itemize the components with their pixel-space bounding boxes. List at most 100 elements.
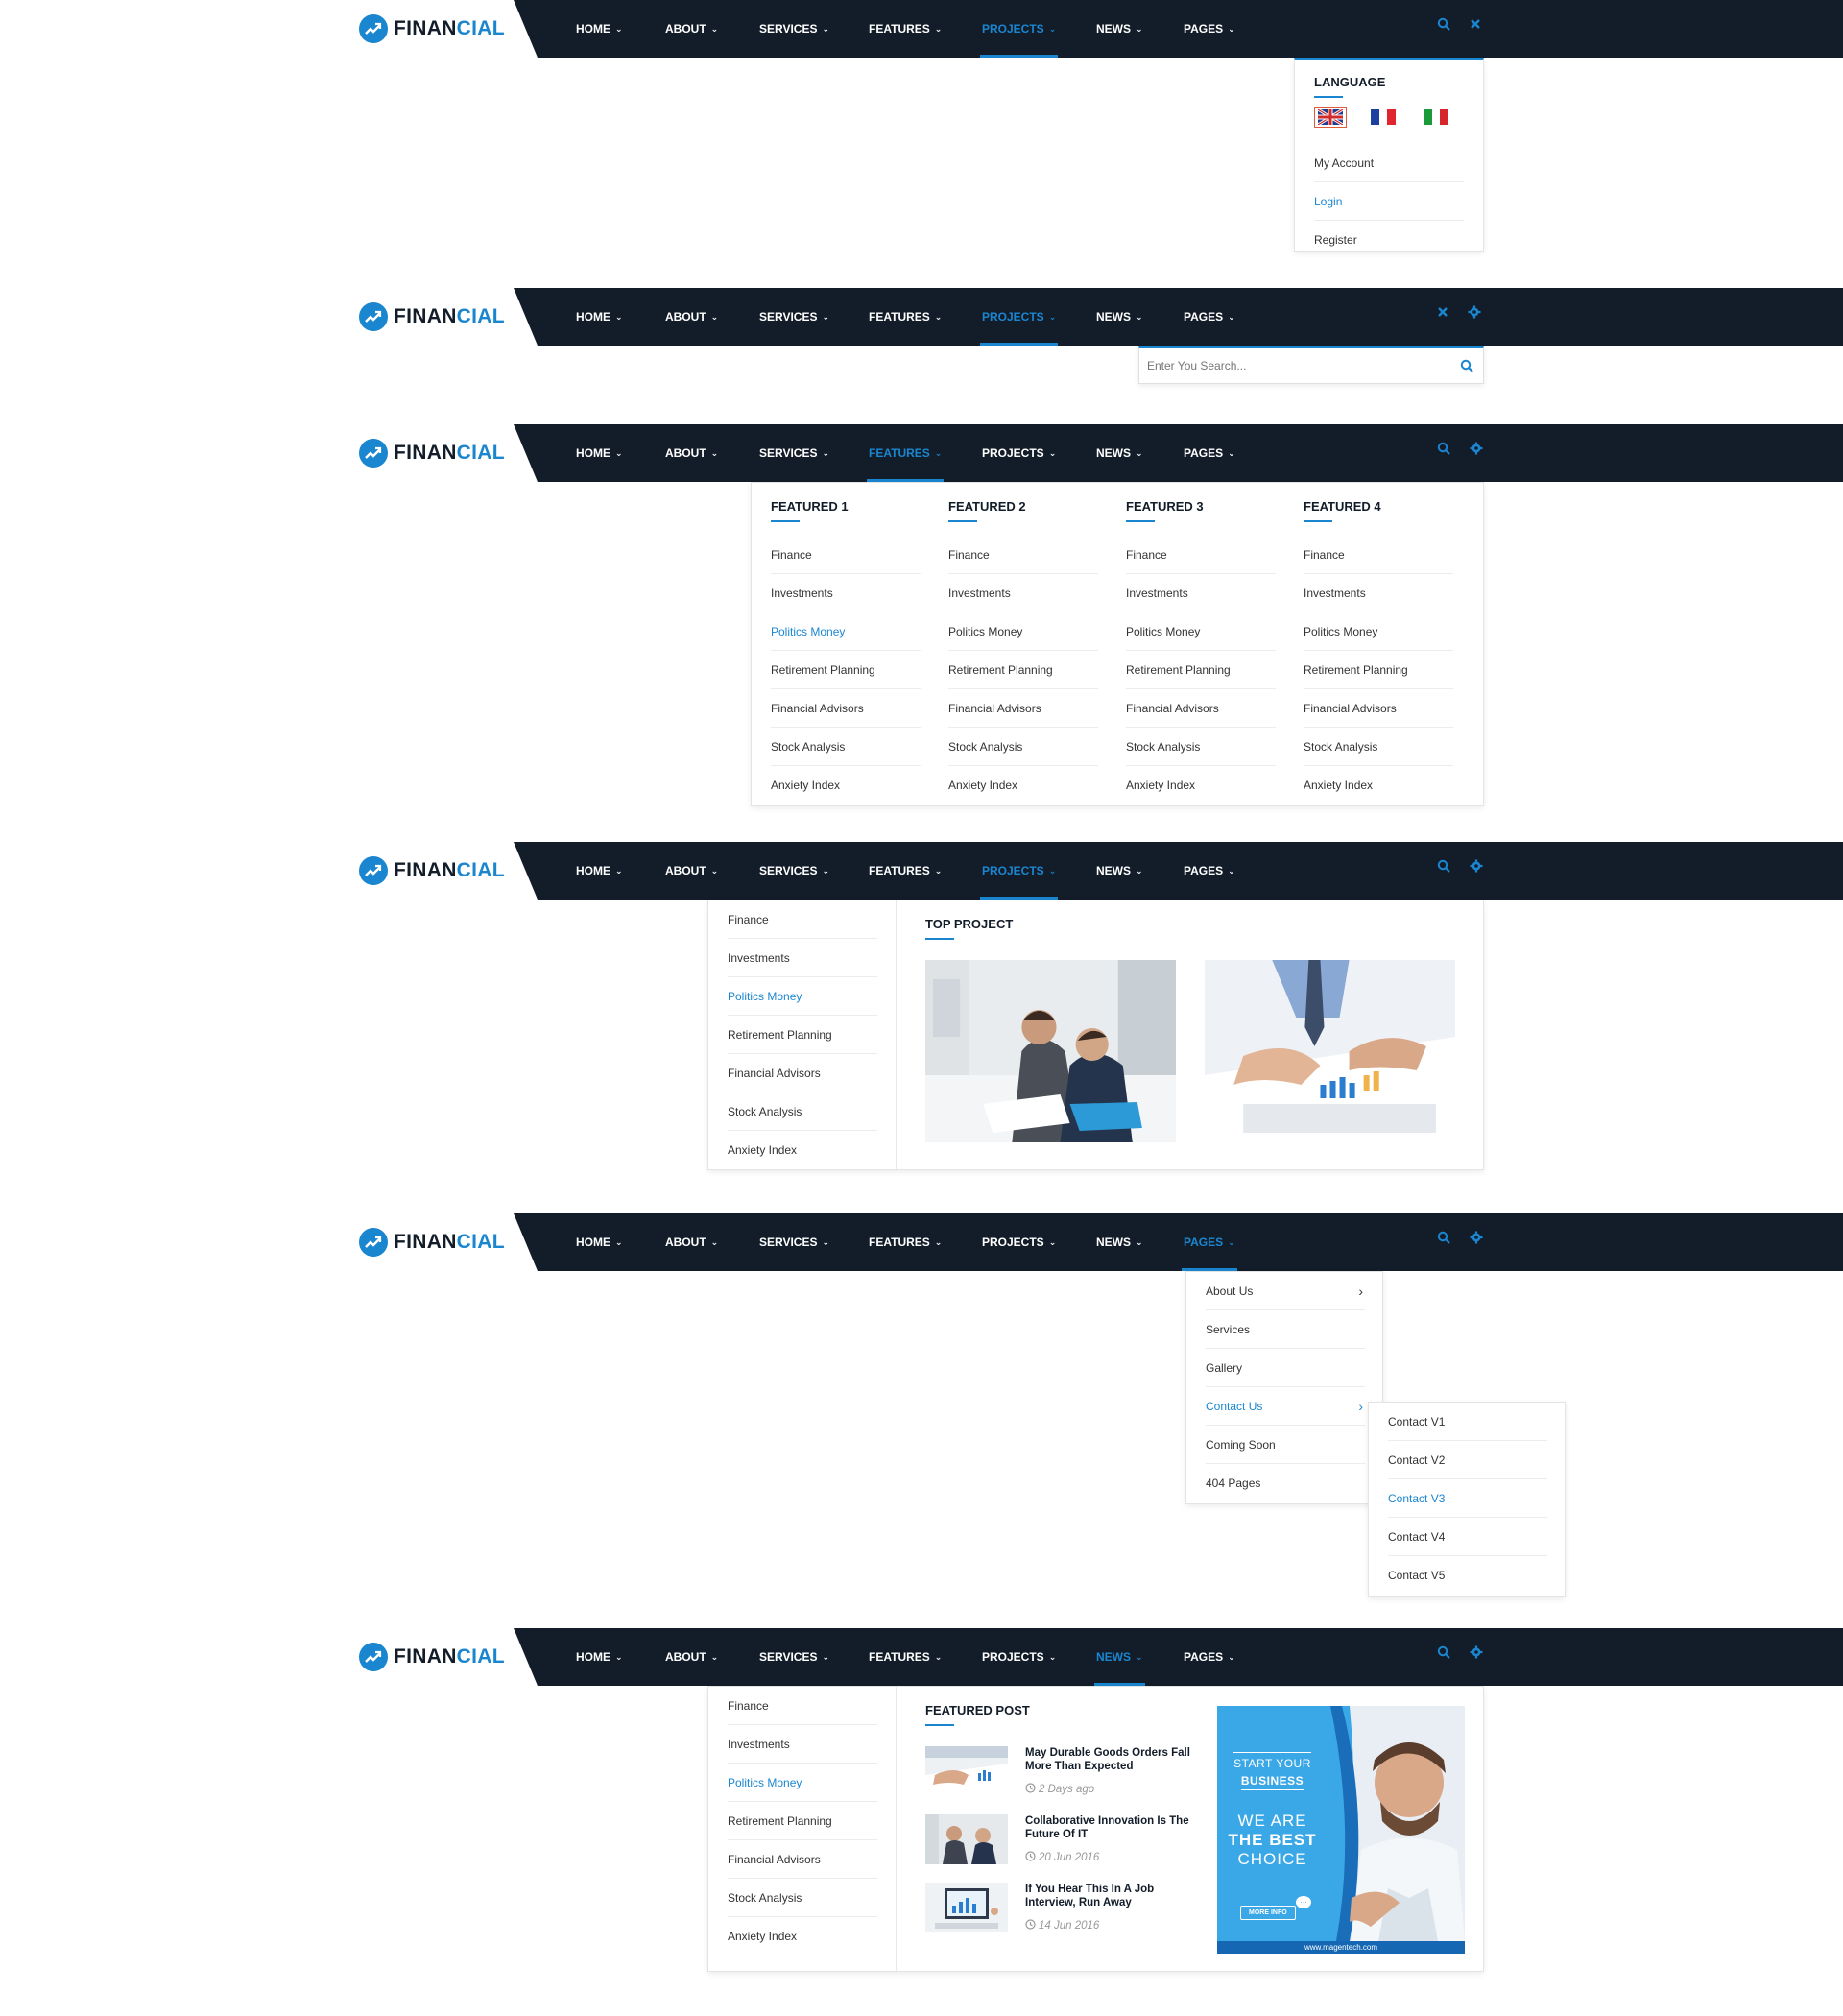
nav-pages[interactable]: PAGES ⌄: [1184, 0, 1235, 58]
pages-item-contact-us[interactable]: Contact Us ›: [1206, 1387, 1365, 1426]
search-icon[interactable]: [1437, 1231, 1450, 1247]
gear-icon[interactable]: [1468, 305, 1481, 322]
nav-about[interactable]: ABOUT ⌄: [665, 424, 718, 482]
account-link-register[interactable]: Register: [1314, 221, 1464, 259]
menu-item[interactable]: Anxiety Index: [728, 1917, 877, 1956]
nav-about[interactable]: ABOUT ⌄: [665, 0, 718, 58]
menu-item[interactable]: Financial Advisors: [728, 1054, 877, 1092]
nav-pages[interactable]: PAGES ⌄: [1184, 1628, 1235, 1686]
nav-pages[interactable]: PAGES ⌄: [1184, 288, 1235, 346]
nav-projects[interactable]: PROJECTS ⌄: [979, 288, 1059, 346]
nav-home[interactable]: HOME ⌄: [576, 424, 623, 482]
nav-about[interactable]: ABOUT ⌄: [665, 842, 718, 900]
pages-item-services[interactable]: Services: [1206, 1310, 1365, 1349]
menu-item[interactable]: Investments: [728, 1725, 877, 1764]
pages-item-gallery[interactable]: Gallery: [1206, 1349, 1365, 1387]
menu-item[interactable]: Finance: [1126, 536, 1276, 574]
menu-item[interactable]: Anxiety Index: [728, 1131, 877, 1169]
featured-post[interactable]: If You Hear This In A Job Interview, Run…: [925, 1883, 1194, 1940]
nav-news[interactable]: NEWS ⌄: [1096, 0, 1143, 58]
nav-about[interactable]: ABOUT ⌄: [665, 1628, 718, 1686]
nav-news[interactable]: NEWS ⌄: [1096, 288, 1143, 346]
nav-about[interactable]: ABOUT ⌄: [665, 288, 718, 346]
menu-item[interactable]: Finance: [728, 1687, 877, 1725]
menu-item[interactable]: Politics Money: [1126, 612, 1276, 651]
menu-item[interactable]: Stock Analysis: [1304, 728, 1453, 766]
post-title[interactable]: May Durable Goods Orders Fall More Than …: [1025, 1746, 1193, 1773]
featured-post[interactable]: May Durable Goods Orders Fall More Than …: [925, 1746, 1194, 1804]
search-icon[interactable]: [1437, 442, 1450, 458]
menu-item[interactable]: Stock Analysis: [728, 1092, 877, 1131]
menu-item[interactable]: Anxiety Index: [771, 766, 921, 804]
nav-services[interactable]: SERVICES ⌄: [759, 288, 829, 346]
nav-home[interactable]: HOME ⌄: [576, 842, 623, 900]
nav-services[interactable]: SERVICES ⌄: [759, 0, 829, 58]
menu-item[interactable]: Investments: [728, 939, 877, 977]
gear-icon[interactable]: [1470, 1231, 1483, 1247]
brand-logo[interactable]: FINANCIAL: [359, 439, 505, 468]
menu-item[interactable]: Finance: [948, 536, 1098, 574]
nav-features[interactable]: FEATURES ⌄: [869, 0, 942, 58]
nav-news[interactable]: NEWS ⌄: [1094, 1628, 1145, 1686]
menu-item[interactable]: Retirement Planning: [1126, 651, 1276, 689]
menu-item[interactable]: Stock Analysis: [728, 1879, 877, 1917]
menu-item[interactable]: Investments: [948, 574, 1098, 612]
close-icon[interactable]: [1470, 17, 1481, 34]
menu-item[interactable]: Anxiety Index: [948, 766, 1098, 804]
menu-item[interactable]: Retirement Planning: [728, 1016, 877, 1054]
post-title[interactable]: Collaborative Innovation Is The Future O…: [1025, 1814, 1193, 1841]
nav-home[interactable]: HOME ⌄: [576, 1628, 623, 1686]
nav-services[interactable]: SERVICES ⌄: [759, 842, 829, 900]
search-icon[interactable]: [1437, 859, 1450, 876]
nav-about[interactable]: ABOUT ⌄: [665, 1213, 718, 1271]
menu-item[interactable]: Finance: [1304, 536, 1453, 574]
menu-item[interactable]: Investments: [1304, 574, 1453, 612]
submenu-item[interactable]: Contact V5: [1388, 1556, 1547, 1595]
post-title[interactable]: If You Hear This In A Job Interview, Run…: [1025, 1883, 1193, 1909]
menu-item[interactable]: Finance: [771, 536, 921, 574]
nav-features[interactable]: FEATURES ⌄: [869, 842, 942, 900]
brand-logo[interactable]: FINANCIAL: [359, 856, 505, 885]
menu-item[interactable]: Financial Advisors: [948, 689, 1098, 728]
menu-item[interactable]: Stock Analysis: [948, 728, 1098, 766]
nav-home[interactable]: HOME ⌄: [576, 1213, 623, 1271]
nav-projects[interactable]: PROJECTS ⌄: [979, 0, 1059, 58]
menu-item[interactable]: Politics Money: [728, 977, 877, 1016]
menu-item[interactable]: Retirement Planning: [948, 651, 1098, 689]
brand-logo[interactable]: FINANCIAL: [359, 302, 505, 331]
nav-features[interactable]: FEATURES ⌄: [869, 288, 942, 346]
nav-home[interactable]: HOME ⌄: [576, 288, 623, 346]
menu-item[interactable]: Politics Money: [728, 1764, 877, 1802]
search-icon[interactable]: [1437, 1645, 1450, 1662]
nav-pages[interactable]: PAGES ⌄: [1184, 842, 1235, 900]
menu-item[interactable]: Politics Money: [771, 612, 921, 651]
menu-item[interactable]: Politics Money: [1304, 612, 1453, 651]
gear-icon[interactable]: [1470, 1645, 1483, 1662]
nav-news[interactable]: NEWS ⌄: [1096, 842, 1143, 900]
nav-home[interactable]: HOME ⌄: [576, 0, 623, 58]
search-input[interactable]: [1147, 354, 1435, 377]
menu-item[interactable]: Politics Money: [948, 612, 1098, 651]
gear-icon[interactable]: [1470, 859, 1483, 876]
menu-item[interactable]: Investments: [771, 574, 921, 612]
submenu-item[interactable]: Contact V4: [1388, 1518, 1547, 1556]
more-info-button[interactable]: MORE INFO: [1240, 1906, 1296, 1920]
menu-item[interactable]: Investments: [1126, 574, 1276, 612]
gear-icon[interactable]: [1470, 442, 1483, 458]
uk-flag-icon[interactable]: [1314, 107, 1347, 128]
brand-logo[interactable]: FINANCIAL: [359, 14, 505, 43]
nav-projects[interactable]: PROJECTS ⌄: [982, 424, 1056, 482]
menu-item[interactable]: Retirement Planning: [771, 651, 921, 689]
menu-item[interactable]: Financial Advisors: [1126, 689, 1276, 728]
italy-flag-icon[interactable]: [1420, 107, 1452, 128]
menu-item[interactable]: Financial Advisors: [771, 689, 921, 728]
nav-features[interactable]: FEATURES ⌄: [869, 1628, 942, 1686]
menu-item[interactable]: Stock Analysis: [771, 728, 921, 766]
nav-services[interactable]: SERVICES ⌄: [759, 1628, 829, 1686]
nav-services[interactable]: SERVICES ⌄: [759, 424, 829, 482]
featured-post[interactable]: Collaborative Innovation Is The Future O…: [925, 1814, 1194, 1872]
menu-item[interactable]: Retirement Planning: [728, 1802, 877, 1840]
close-icon[interactable]: [1437, 305, 1448, 322]
submenu-item[interactable]: Contact V2: [1388, 1441, 1547, 1479]
nav-news[interactable]: NEWS ⌄: [1096, 1213, 1143, 1271]
